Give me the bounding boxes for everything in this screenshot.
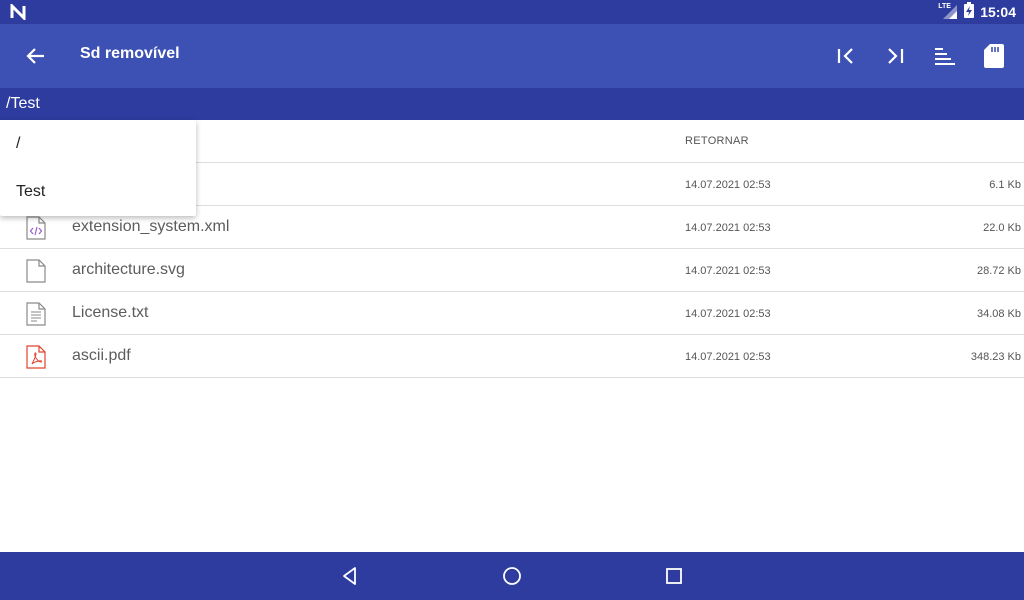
dropdown-item-test[interactable]: Test [0, 168, 196, 216]
dropdown-item-label: / [16, 135, 21, 152]
back-button[interactable] [20, 40, 52, 72]
return-label: RETORNAR [685, 135, 749, 147]
dropdown-item-root[interactable]: / [0, 120, 196, 168]
back-triangle-icon [343, 567, 356, 585]
nav-back-button[interactable] [334, 560, 366, 592]
nav-home-button[interactable] [496, 560, 528, 592]
file-name: ascii.pdf [72, 347, 131, 364]
file-date: 14.07.2021 02:53 [685, 222, 771, 234]
skip-last-button[interactable] [879, 40, 911, 72]
file-icon [26, 259, 46, 283]
file-date: 14.07.2021 02:53 [685, 308, 771, 320]
path-bar[interactable]: /Test [0, 88, 1024, 120]
file-row[interactable]: License.txt 14.07.2021 02:53 34.08 Kb [0, 292, 1024, 335]
battery-charging-icon [964, 1, 975, 23]
file-row[interactable]: architecture.svg 14.07.2021 02:53 28.72 … [0, 249, 1024, 292]
text-file-icon [26, 302, 46, 326]
status-time: 15:04 [980, 4, 1016, 20]
page-title: Sd removível [80, 45, 180, 62]
recents-square-icon [666, 568, 682, 584]
pdf-file-icon [26, 345, 46, 369]
sort-icon [935, 48, 955, 65]
file-date: 14.07.2021 02:53 [685, 351, 771, 363]
app-bar: Sd removível [0, 24, 1024, 88]
sort-button[interactable] [928, 40, 960, 72]
home-circle-icon [503, 567, 521, 585]
file-size: 6.1 Kb [989, 179, 1021, 191]
file-size: 22.0 Kb [983, 222, 1021, 234]
file-name: License.txt [72, 304, 149, 321]
file-size: 34.08 Kb [976, 308, 1021, 320]
status-bar: LTE 15:04 [0, 0, 1024, 24]
file-name: extension_system.xml [72, 218, 230, 235]
file-row[interactable]: ascii.pdf 14.07.2021 02:53 348.23 Kb [0, 335, 1024, 378]
skip-first-icon [837, 48, 853, 64]
file-size: 348.23 Kb [970, 351, 1021, 363]
lte-signal-icon: LTE [938, 3, 958, 20]
sd-card-icon [984, 44, 1004, 68]
file-date: 14.07.2021 02:53 [685, 265, 771, 277]
skip-last-icon [888, 48, 904, 64]
file-size: 28.72 Kb [976, 265, 1021, 277]
status-icons: LTE 15:04 [938, 1, 1016, 23]
dropdown-item-label: Test [16, 183, 46, 200]
file-date: 14.07.2021 02:53 [685, 179, 771, 191]
network-label: LTE [938, 3, 951, 10]
xml-file-icon [26, 216, 46, 240]
nav-recents-button[interactable] [658, 560, 690, 592]
n-logo-icon [10, 2, 26, 22]
file-name: architecture.svg [72, 261, 185, 278]
path-dropdown: / Test [0, 120, 196, 216]
sd-card-button[interactable] [978, 40, 1010, 72]
system-nav-bar [0, 552, 1024, 600]
arrow-back-icon [26, 48, 44, 64]
skip-first-button[interactable] [830, 40, 862, 72]
current-path: /Test [6, 95, 40, 112]
